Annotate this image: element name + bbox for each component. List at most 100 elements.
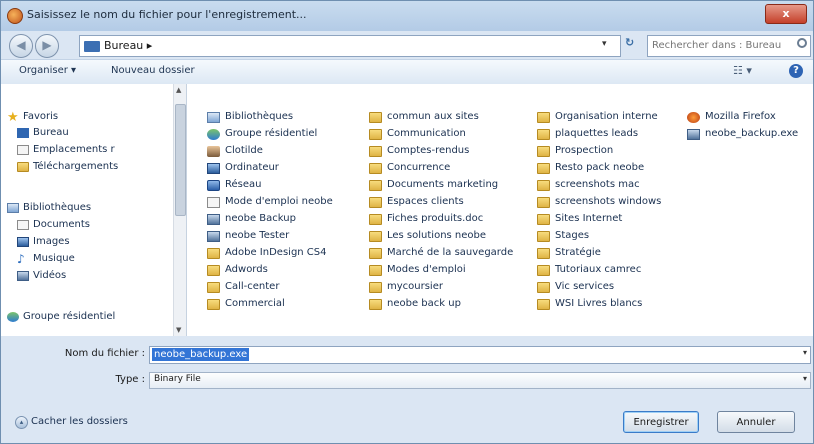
folder-icon	[369, 299, 382, 310]
sidebar-item-videos[interactable]: Vidéos	[17, 270, 173, 284]
library-icon	[207, 112, 220, 123]
file-type-value: Binary File	[154, 374, 201, 384]
collapse-arrow-icon: ▴	[15, 416, 28, 429]
file-type-select[interactable]: Binary File ▾	[149, 372, 811, 389]
folder-icon	[537, 129, 550, 140]
scroll-up-icon[interactable]: ▲	[176, 86, 181, 94]
desktop-folder-icon	[84, 41, 100, 52]
folder-icon	[369, 197, 382, 208]
filename-field[interactable]: neobe_backup.exe ▾	[149, 346, 811, 364]
address-dropdown-icon[interactable]: ▾	[602, 39, 607, 49]
folder-icon	[369, 180, 382, 191]
sidebar-item-bureau[interactable]: Bureau	[17, 127, 173, 141]
breadcrumb-bureau[interactable]: Bureau ▸	[104, 39, 152, 52]
computer-icon	[207, 163, 220, 174]
scroll-down-icon[interactable]: ▼	[176, 326, 181, 334]
arrow-left-icon: ◀	[16, 38, 26, 52]
save-form: Nom du fichier : neobe_backup.exe ▾ Type…	[1, 337, 813, 443]
save-button[interactable]: Enregistrer	[623, 411, 699, 433]
folder-icon	[537, 214, 550, 225]
sidebar-item-groupe-residentiel[interactable]: Groupe résidentiel	[7, 311, 173, 325]
sidebar-item-emplacements[interactable]: Emplacements r	[17, 144, 173, 158]
recent-places-icon	[17, 145, 29, 155]
sidebar-item-images[interactable]: Images	[17, 236, 173, 250]
view-options-icon[interactable]: ☷ ▾	[733, 64, 752, 77]
folder-icon	[369, 265, 382, 276]
folder-icon	[207, 299, 220, 310]
file-list: Bibliothèques Groupe résidentiel Clotild…	[187, 84, 813, 336]
chevron-down-icon[interactable]: ▾	[803, 348, 807, 357]
type-label: Type :	[115, 374, 145, 385]
folder-icon	[537, 265, 550, 276]
folder-icon	[369, 282, 382, 293]
back-button[interactable]: ◀	[9, 34, 33, 58]
homegroup-icon	[207, 129, 220, 140]
folder-icon	[537, 163, 550, 174]
downloads-folder-icon	[17, 162, 29, 172]
refresh-icon[interactable]: ↻	[625, 36, 643, 54]
folder-icon	[537, 180, 550, 191]
sidebar-item-bibliotheques[interactable]: Bibliothèques	[7, 202, 173, 216]
folder-icon	[369, 163, 382, 174]
chevron-down-icon[interactable]: ▾	[803, 374, 807, 383]
folder-icon	[537, 112, 550, 123]
search-box[interactable]	[647, 35, 811, 57]
title-bar[interactable]: Saisissez le nom du fichier pour l'enreg…	[1, 1, 813, 31]
folder-icon	[369, 231, 382, 242]
folder-icon	[369, 214, 382, 225]
app-icon	[7, 8, 23, 24]
folder-icon	[369, 129, 382, 140]
new-folder-button[interactable]: Nouveau dossier	[111, 65, 195, 76]
folder-icon	[369, 248, 382, 259]
filename-label: Nom du fichier :	[64, 348, 145, 359]
address-bar: ◀ ▶ Bureau ▸ ▾ ↻	[1, 31, 813, 59]
document-icon	[207, 197, 220, 208]
folder-icon	[537, 146, 550, 157]
videos-icon	[17, 271, 29, 281]
save-dialog: Saisissez le nom du fichier pour l'enreg…	[0, 0, 814, 444]
search-input[interactable]	[652, 37, 782, 53]
sidebar-scrollbar[interactable]: ▲ ▼	[173, 84, 186, 336]
organize-button[interactable]: Organiser ▾	[19, 65, 76, 76]
folder-icon	[207, 248, 220, 259]
breadcrumb[interactable]: Bureau ▸ ▾	[79, 35, 621, 57]
hide-folders-label: Cacher les dossiers	[31, 416, 128, 427]
firefox-icon	[687, 112, 700, 123]
exe-icon	[687, 129, 700, 140]
user-folder-icon	[207, 146, 220, 157]
documents-icon	[17, 220, 29, 230]
sidebar-item-documents[interactable]: Documents	[17, 219, 173, 233]
sidebar-item-telechargements[interactable]: Téléchargements	[17, 161, 173, 175]
library-icon	[7, 203, 19, 213]
folder-icon	[207, 282, 220, 293]
close-button[interactable]: x	[765, 4, 807, 24]
desktop-icon	[17, 128, 29, 138]
folder-icon	[537, 282, 550, 293]
folder-icon	[369, 112, 382, 123]
filename-selected-text[interactable]: neobe_backup.exe	[152, 348, 250, 361]
folder-icon	[537, 231, 550, 242]
star-icon: ★	[7, 111, 19, 125]
forward-button[interactable]: ▶	[35, 34, 59, 58]
window-title: Saisissez le nom du fichier pour l'enreg…	[27, 8, 307, 21]
cancel-button[interactable]: Annuler	[717, 411, 795, 433]
help-icon[interactable]: ?	[789, 64, 803, 78]
folder-icon	[537, 197, 550, 208]
folder-icon	[537, 248, 550, 259]
images-icon	[17, 237, 29, 247]
network-icon	[207, 180, 220, 191]
shortcut-icon	[207, 231, 220, 242]
scrollbar-thumb[interactable]	[175, 104, 186, 216]
command-bar: Organiser ▾ Nouveau dossier ☷ ▾ ?	[1, 59, 813, 85]
homegroup-icon	[7, 312, 19, 322]
search-icon[interactable]	[797, 38, 807, 48]
sidebar-item-favoris[interactable]: ★ Favoris	[7, 111, 173, 125]
folder-icon	[369, 146, 382, 157]
arrow-right-icon: ▶	[42, 38, 52, 52]
folder-icon	[207, 265, 220, 276]
folder-icon	[537, 299, 550, 310]
sidebar-item-musique[interactable]: ♪ Musique	[17, 253, 173, 267]
navigation-pane: ★ Favoris Bureau Emplacements r Téléchar…	[1, 84, 187, 336]
music-icon: ♪	[17, 253, 25, 266]
shortcut-icon	[207, 214, 220, 225]
